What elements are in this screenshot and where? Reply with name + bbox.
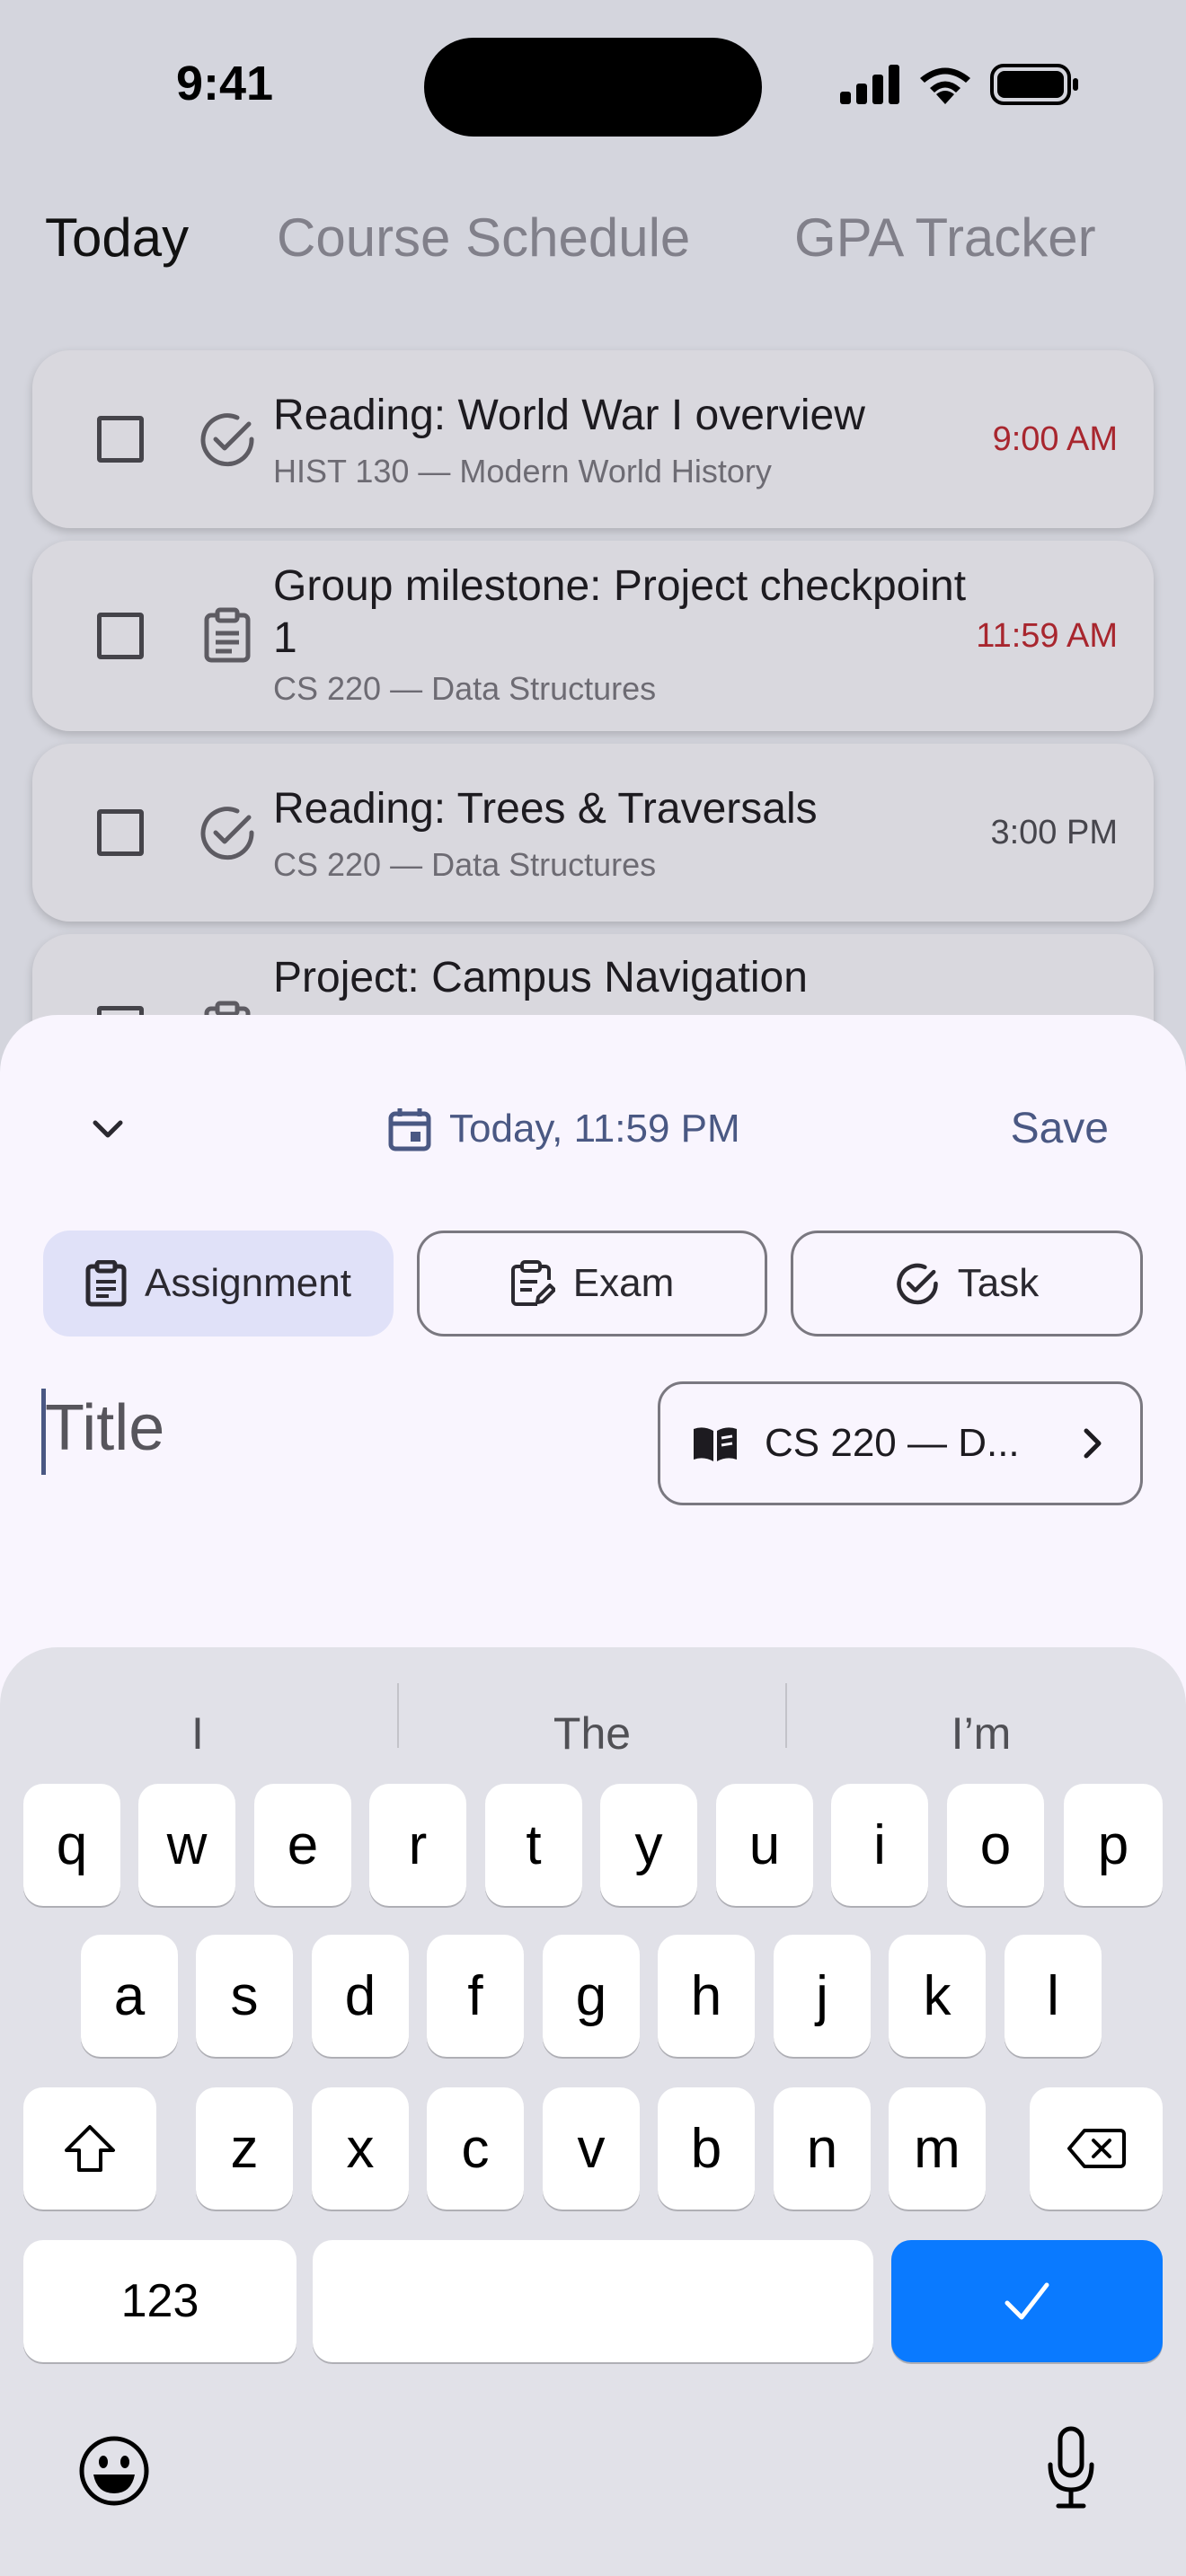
onscreen-keyboard: I The I’m q w e r t y u i o p a s d f g … bbox=[0, 1647, 1186, 2576]
key-d[interactable]: d bbox=[312, 1935, 409, 2057]
key-k[interactable]: k bbox=[889, 1935, 986, 2057]
emoji-icon[interactable] bbox=[77, 2434, 151, 2508]
key-s[interactable]: s bbox=[196, 1935, 293, 2057]
key-v[interactable]: v bbox=[543, 2087, 640, 2210]
task-title: Group milestone: Project checkpoint 1 bbox=[273, 562, 967, 662]
task-checkbox[interactable] bbox=[97, 613, 144, 659]
key-o[interactable]: o bbox=[947, 1784, 1044, 1906]
title-field[interactable] bbox=[41, 1374, 616, 1482]
task-card[interactable]: Reading: Trees & Traversals CS 220 — Dat… bbox=[32, 744, 1154, 922]
type-task-label: Task bbox=[957, 1261, 1040, 1305]
task-time: 11:59 AM bbox=[976, 617, 1118, 655]
suggestion-2[interactable]: The bbox=[399, 1698, 785, 1769]
key-h[interactable]: h bbox=[658, 1935, 755, 2057]
calendar-icon bbox=[388, 1108, 431, 1151]
due-date-chip[interactable]: Today, 11:59 PM bbox=[386, 1098, 740, 1160]
course-picker-label: CS 220 — D... bbox=[765, 1421, 1020, 1465]
course-picker-button[interactable]: CS 220 — D... bbox=[658, 1381, 1143, 1505]
key-z[interactable]: z bbox=[196, 2087, 293, 2210]
task-course: HIST 130 — Modern World History bbox=[273, 453, 772, 490]
check-circle-icon bbox=[897, 1263, 938, 1305]
task-time: 9:00 AM bbox=[992, 420, 1118, 458]
task-course: CS 220 — Data Structures bbox=[273, 670, 657, 707]
clipboard-icon bbox=[85, 1260, 127, 1307]
due-date-label: Today, 11:59 PM bbox=[449, 1107, 740, 1151]
key-l[interactable]: l bbox=[1005, 1935, 1102, 2057]
save-button[interactable]: Save bbox=[1011, 1098, 1109, 1160]
title-input[interactable] bbox=[41, 1374, 616, 1482]
key-b[interactable]: b bbox=[658, 2087, 755, 2210]
task-title: Project: Campus Navigation bbox=[273, 954, 808, 1001]
key-a[interactable]: a bbox=[81, 1935, 178, 2057]
suggestion-1[interactable]: I bbox=[0, 1698, 395, 1769]
key-u[interactable]: u bbox=[716, 1784, 813, 1906]
shift-icon bbox=[65, 2125, 115, 2172]
key-y[interactable]: y bbox=[600, 1784, 697, 1906]
key-j[interactable]: j bbox=[774, 1935, 871, 2057]
checkmark-icon bbox=[1005, 2282, 1049, 2320]
task-checkbox[interactable] bbox=[97, 416, 144, 463]
clipboard-edit-icon bbox=[510, 1260, 555, 1306]
shift-key[interactable] bbox=[23, 2087, 156, 2210]
add-item-sheet: Today, 11:59 PM Save Assignment Exam Tas… bbox=[0, 1015, 1186, 2576]
type-assignment-label: Assignment bbox=[145, 1261, 351, 1305]
chevron-right-icon bbox=[1084, 1428, 1102, 1459]
task-title: Reading: Trees & Traversals bbox=[273, 785, 818, 833]
key-f[interactable]: f bbox=[427, 1935, 524, 2057]
type-exam-label: Exam bbox=[572, 1261, 675, 1305]
task-time: 3:00 PM bbox=[990, 814, 1118, 851]
space-key[interactable] bbox=[313, 2240, 873, 2362]
task-card[interactable]: Group milestone: Project checkpoint 1 CS… bbox=[32, 541, 1154, 731]
task-list: Reading: World War I overview HIST 130 —… bbox=[0, 0, 1186, 1024]
task-course: CS 220 — Data Structures bbox=[273, 846, 657, 883]
key-p[interactable]: p bbox=[1064, 1784, 1163, 1906]
numbers-key[interactable]: 123 bbox=[23, 2240, 296, 2362]
backspace-key[interactable] bbox=[1030, 2087, 1163, 2210]
key-t[interactable]: t bbox=[485, 1784, 582, 1906]
check-circle-icon bbox=[200, 413, 254, 467]
clipboard-icon bbox=[204, 607, 251, 663]
chevron-down-icon[interactable] bbox=[75, 1098, 140, 1162]
key-w[interactable]: w bbox=[138, 1784, 235, 1906]
type-task-button[interactable]: Task bbox=[791, 1231, 1143, 1337]
check-circle-icon bbox=[200, 807, 254, 860]
task-card[interactable]: Project: Campus Navigation bbox=[32, 934, 1154, 1024]
key-n[interactable]: n bbox=[774, 2087, 871, 2210]
key-i[interactable]: i bbox=[831, 1784, 928, 1906]
key-e[interactable]: e bbox=[254, 1784, 351, 1906]
task-card[interactable]: Reading: World War I overview HIST 130 —… bbox=[32, 350, 1154, 528]
microphone-icon[interactable] bbox=[1046, 2425, 1096, 2511]
book-icon bbox=[694, 1427, 737, 1461]
suggestion-3[interactable]: I’m bbox=[787, 1698, 1175, 1769]
task-title: Reading: World War I overview bbox=[273, 392, 865, 439]
key-x[interactable]: x bbox=[312, 2087, 409, 2210]
key-c[interactable]: c bbox=[427, 2087, 524, 2210]
key-q[interactable]: q bbox=[23, 1784, 120, 1906]
key-g[interactable]: g bbox=[543, 1935, 640, 2057]
text-caret bbox=[41, 1389, 46, 1475]
type-exam-button[interactable]: Exam bbox=[417, 1231, 767, 1337]
type-assignment-button[interactable]: Assignment bbox=[43, 1231, 394, 1337]
key-m[interactable]: m bbox=[889, 2087, 986, 2210]
key-r[interactable]: r bbox=[369, 1784, 466, 1906]
task-checkbox[interactable] bbox=[97, 809, 144, 856]
backspace-icon bbox=[1067, 2129, 1126, 2168]
done-key[interactable] bbox=[891, 2240, 1163, 2362]
